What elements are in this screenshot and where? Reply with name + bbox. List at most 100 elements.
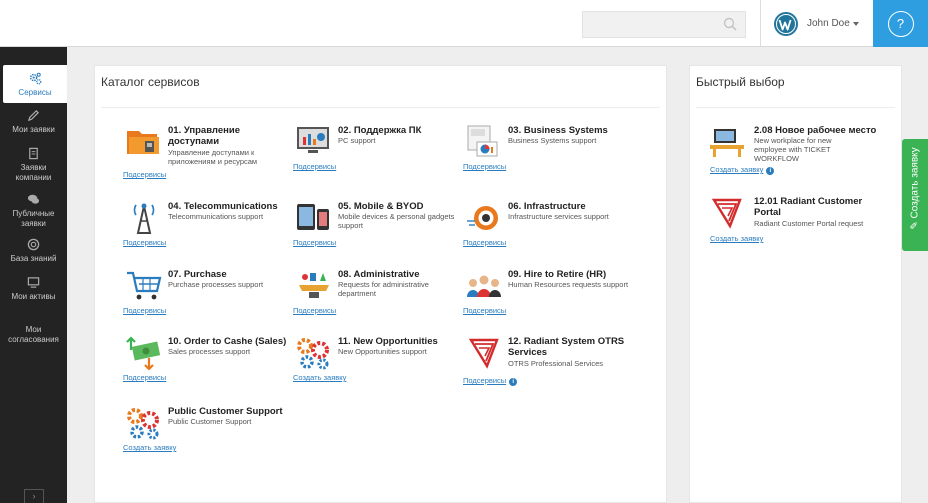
sidebar-item-company-tickets[interactable]: Заявки компании [0,147,67,183]
sidebar-item-my-approvals[interactable]: Мои согласования [0,325,67,345]
help-icon: ? [887,10,914,37]
subservices-link[interactable]: Подсервисы [123,238,166,247]
quick-item-title: 12.01 Radiant Customer Portal [754,196,863,218]
service-card: Public Customer Support Public Customer … [123,406,291,466]
subservices-label: Подсервисы [463,376,507,385]
service-description: Purchase processes support [168,280,264,289]
service-card: 01. Управление доступами Управление дост… [123,125,291,185]
divider [696,107,895,108]
people-icon [467,275,501,297]
info-icon[interactable]: i [766,167,775,175]
search-input[interactable] [583,12,745,37]
service-description: OTRS Professional Services [508,359,604,368]
sidebar-toggle-button[interactable]: › [24,489,44,503]
pen-icon [27,110,39,122]
sidebar-item-label: Мои согласования [8,325,59,344]
service-description: Business Systems support [508,136,597,145]
subservices-link[interactable]: Подсервисы [463,238,506,247]
sidebar-item-label: Сервисы [18,88,52,97]
sidebar-item-services[interactable]: Сервисы [3,65,67,103]
quick-item-description: New workplace for new employee with TICK… [754,136,832,163]
sidebar: Сервисы Мои заявки Заявки компании Публи… [0,47,67,503]
service-description: Mobile devices & personal gadgets suppor… [338,212,455,230]
service-description: Human Resources requests support [508,280,629,289]
service-title: 05. Mobile & BYOD [338,201,424,212]
subservices-link[interactable]: Подсервисы [123,170,166,179]
sidebar-item-my-tickets[interactable]: Мои заявки [0,109,67,135]
sidebar-item-label: Заявки компании [15,163,52,182]
monitor-chart-icon [297,127,329,153]
subservices-link[interactable]: Подсервисы [463,306,506,315]
subservices-link[interactable]: Подсервисы [293,238,336,247]
document-icon [29,147,38,160]
mobile-devices-icon [297,204,329,230]
sidebar-item-knowledge-base[interactable]: База знаний [0,238,67,264]
service-card: 12. Radiant System OTRS Services OTRS Pr… [463,336,631,396]
wordpress-icon [774,11,798,36]
search-icon[interactable] [723,17,737,31]
antenna-tower-icon [133,203,155,234]
service-title: 04. Telecommunications [168,201,278,212]
subservices-link[interactable]: Подсервисы [463,162,506,171]
service-title: 11. New Opportunities [338,336,438,347]
create-ticket-link[interactable]: Создать заявку i [710,165,775,175]
service-card: 06. Infrastructure Infrastructure servic… [463,201,631,261]
subservices-link[interactable]: Подсервисы [123,373,166,382]
create-ticket-tab[interactable]: ✎ Создать заявку [902,139,928,251]
workplace-icon [710,129,744,157]
service-card: 03. Business Systems Business Systems su… [463,125,631,185]
radiant-logo-icon [468,338,499,369]
subservices-link[interactable]: Подсервисы i [463,376,518,386]
service-title: 10. Order to Cashe (Sales) [168,336,287,347]
subservices-link[interactable]: Подсервисы [293,306,336,315]
sidebar-item-public-tickets[interactable]: Публичные заявки [0,193,67,229]
administrative-tray-icon [299,273,329,298]
shopping-cart-icon [127,271,162,300]
service-title: 12. Radiant System OTRS Services [508,336,625,358]
create-ticket-text: Создать заявку [909,147,921,219]
create-ticket-label: ✎ Создать заявку [910,134,921,244]
top-header: John Doe ? [0,0,928,47]
service-card: 11. New Opportunities New Opportunities … [293,336,461,396]
search-box[interactable] [582,11,746,38]
pencil-icon: ✎ [909,218,921,230]
divider [101,107,660,108]
service-card: 09. Hire to Retire (HR) Human Resources … [463,269,631,329]
gears-color-icon [127,408,159,440]
service-title: 08. Administrative [338,269,420,280]
service-title: 02. Поддержка ПК [338,125,422,136]
user-menu[interactable]: John Doe [760,0,873,47]
service-card: 05. Mobile & BYOD Mobile devices & perso… [293,201,461,261]
lifebuoy-icon [27,238,40,251]
chat-icon [27,194,40,204]
help-button[interactable]: ? [873,0,928,47]
sidebar-item-label: База знаний [10,254,57,263]
create-ticket-link[interactable]: Создать заявку [293,373,346,382]
sidebar-item-my-assets[interactable]: Мои активы [0,276,67,302]
monitor-icon [27,277,40,288]
service-description: Infrastructure services support [508,212,609,221]
money-arrows-icon [126,336,161,370]
create-ticket-label: Создать заявку [710,165,764,174]
panel-title: Быстрый выбор [696,75,785,89]
subservices-link[interactable]: Подсервисы [123,306,166,315]
service-card: 08. Administrative Requests for administ… [293,269,461,329]
robot-icon [467,206,498,230]
subservices-link[interactable]: Подсервисы [293,162,336,171]
create-ticket-link[interactable]: Создать заявку [710,234,763,243]
user-name: John Doe [807,18,850,29]
service-card: 02. Поддержка ПК PC support Подсервисы [293,125,461,185]
folder-icon [127,131,159,154]
gears-icon [29,72,41,85]
service-title: 07. Purchase [168,269,227,280]
service-title: 09. Hire to Retire (HR) [508,269,607,280]
service-description: Telecommunications support [168,212,264,221]
info-icon[interactable]: i [509,378,518,386]
service-description: Sales processes support [168,347,251,356]
create-ticket-link[interactable]: Создать заявку [123,443,176,452]
service-title: 01. Управление доступами [168,125,240,147]
panel-title: Каталог сервисов [101,75,200,89]
service-description: Управление доступами к приложениям и рес… [168,148,258,166]
service-card: 10. Order to Cashe (Sales) Sales process… [123,336,291,396]
service-card: 07. Purchase Purchase processes support … [123,269,291,329]
